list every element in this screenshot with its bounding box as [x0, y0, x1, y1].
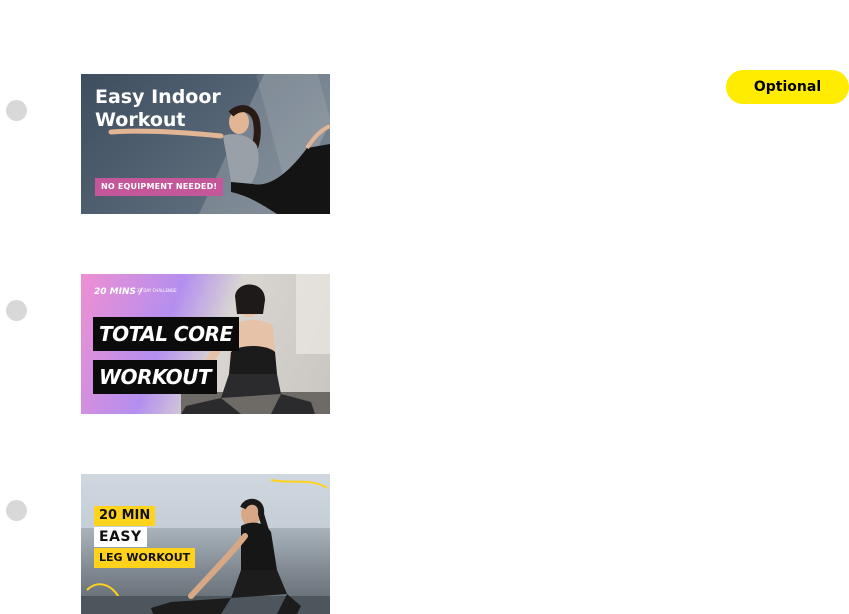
page: Optional Easy Indoor Workout NO EQUIPMEN…	[0, 0, 849, 614]
duration-label: 20 MINS /	[94, 287, 143, 297]
optional-badge: Optional	[726, 70, 849, 104]
option-radio-3[interactable]	[6, 500, 27, 521]
thumbnail-title-line-2: WORKOUT	[93, 360, 218, 394]
thumbnail-title-line-3: LEG WORKOUT	[94, 548, 196, 568]
thumbnail-option-1[interactable]: Easy Indoor Workout NO EQUIPMENT NEEDED!	[81, 74, 330, 214]
challenge-label: 28 DAY CHALLENGE	[137, 288, 177, 293]
option-radio-1[interactable]	[6, 100, 27, 121]
thumbnail-option-2[interactable]: 20 MINS / 28 DAY CHALLENGE TOTAL CORE WO…	[81, 274, 330, 414]
thumbnail-option-3[interactable]: 20 MIN EASY LEG WORKOUT	[81, 474, 330, 614]
thumbnail-title-line-1: TOTAL CORE	[93, 317, 239, 351]
thumbnail-title-line-1: 20 MIN	[94, 506, 156, 526]
thumbnail-title: Easy Indoor Workout	[95, 86, 221, 131]
thumbnail-title-line-2: EASY	[94, 527, 147, 547]
option-radio-2[interactable]	[6, 300, 27, 321]
thumbnail-subtitle: NO EQUIPMENT NEEDED!	[95, 178, 224, 196]
